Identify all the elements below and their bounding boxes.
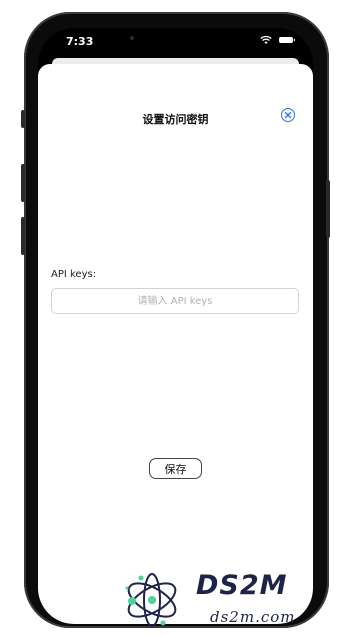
atom-logo-icon bbox=[125, 573, 177, 627]
phone-screen: 7:33 设置访问密钥 API keys: 保存 bbox=[38, 28, 313, 624]
save-button[interactable]: 保存 bbox=[149, 458, 202, 479]
status-time: 7:33 bbox=[66, 35, 94, 48]
close-icon bbox=[284, 111, 292, 119]
page-title: 设置访问密钥 bbox=[142, 113, 209, 126]
watermark: DS2M ds2m.com bbox=[122, 568, 347, 634]
settings-sheet: 设置访问密钥 API keys: 保存 bbox=[38, 64, 313, 624]
battery-icon bbox=[279, 37, 295, 43]
wifi-icon bbox=[260, 35, 272, 44]
close-button[interactable] bbox=[281, 108, 295, 122]
watermark-main-text: DS2M bbox=[196, 570, 288, 601]
phone-side-button bbox=[21, 110, 25, 128]
watermark-sub-text: ds2m.com bbox=[210, 608, 296, 626]
api-keys-input[interactable] bbox=[51, 288, 299, 314]
phone-volume-up-button bbox=[21, 164, 25, 202]
status-bar: 7:33 bbox=[38, 28, 313, 58]
phone-volume-down-button bbox=[21, 217, 25, 255]
api-keys-label: API keys: bbox=[51, 269, 97, 280]
camera-dot bbox=[130, 36, 134, 40]
phone-power-button bbox=[326, 180, 330, 238]
